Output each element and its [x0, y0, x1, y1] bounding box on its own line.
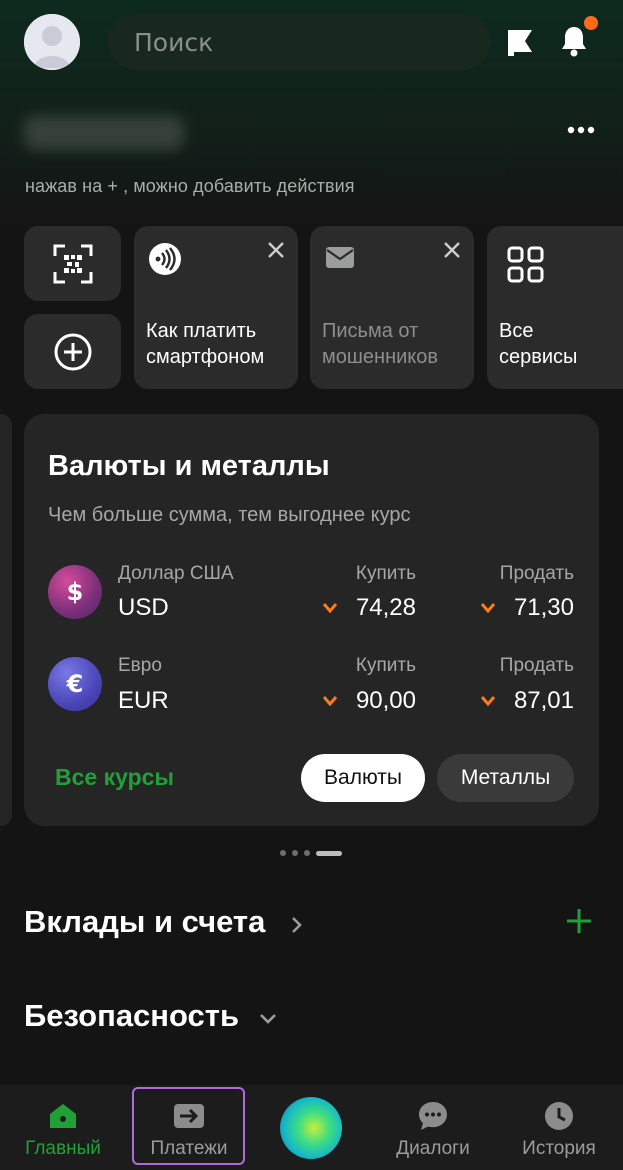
grid-icon — [507, 246, 544, 283]
home-icon — [50, 1104, 76, 1128]
pager-dot — [304, 850, 310, 856]
carousel-pager — [280, 850, 342, 856]
close-icon[interactable] — [442, 240, 462, 260]
add-deposit-icon[interactable] — [566, 908, 592, 934]
story-card-pay-smartphone[interactable]: Как платить смартфоном — [134, 226, 298, 389]
assistant-orb-icon[interactable] — [280, 1097, 342, 1159]
story-label: Все сервисы — [499, 320, 578, 368]
trend-down-icon — [480, 603, 496, 614]
dollar-coin-icon: $ — [48, 565, 102, 619]
tab-currencies[interactable]: Валюты — [301, 754, 425, 802]
flag-icon[interactable] — [504, 26, 536, 58]
add-action-button[interactable] — [24, 314, 121, 389]
search-placeholder: Поиск — [134, 27, 214, 57]
transfer-arrow-icon — [174, 1104, 204, 1128]
currency-name: Доллар США — [118, 563, 234, 584]
chat-bubble-icon — [419, 1102, 447, 1130]
nav-label: Диалоги — [396, 1138, 470, 1159]
trend-down-icon — [322, 603, 338, 614]
sell-label: Продать — [499, 563, 574, 584]
trend-down-icon — [322, 696, 338, 707]
pager-dot — [292, 850, 298, 856]
currency-code: EUR — [118, 687, 169, 714]
buy-rate: 74,28 — [355, 594, 416, 621]
tab-metals[interactable]: Металлы — [437, 754, 574, 802]
sell-rate: 71,30 — [513, 594, 574, 621]
currency-card-subtitle: Чем больше сумма, тем выгоднее курс — [48, 504, 411, 526]
buy-label: Купить — [355, 655, 416, 676]
story-card-fraud-letters[interactable]: Письма от мошенников — [310, 226, 474, 389]
search-input[interactable]: Поиск — [108, 14, 490, 70]
notification-dot — [584, 16, 598, 30]
user-icon — [24, 14, 80, 70]
hint-text: нажав на + , можно добавить действия — [25, 176, 355, 196]
nav-label: Платежи — [150, 1138, 228, 1159]
nav-home[interactable]: Главный — [8, 1085, 118, 1170]
sell-rate: 87,01 — [513, 687, 574, 714]
story-card-all-services[interactable]: Все сервисы — [487, 226, 623, 389]
avatar[interactable] — [24, 14, 80, 70]
euro-coin-icon: € — [48, 657, 102, 711]
pager-dot-active — [316, 850, 342, 856]
nav-payments[interactable]: Платежи — [134, 1085, 244, 1170]
currency-name: Евро — [118, 655, 162, 676]
currency-card-title: Валюты и металлы — [48, 450, 330, 482]
nav-label: Главный — [25, 1138, 101, 1159]
section-deposits-title[interactable]: Вклады и счета — [24, 904, 265, 940]
pager-dot — [280, 850, 286, 856]
nav-label: История — [522, 1138, 596, 1159]
chevron-down-icon[interactable] — [259, 1013, 277, 1025]
close-icon[interactable] — [266, 240, 286, 260]
buy-rate: 90,00 — [355, 687, 416, 714]
qr-scan-button[interactable] — [24, 226, 121, 301]
more-dots-icon[interactable] — [566, 125, 596, 135]
sell-label: Продать — [499, 655, 574, 676]
bell-icon[interactable] — [558, 24, 590, 58]
section-security-title[interactable]: Безопасность — [24, 998, 239, 1034]
nfc-pay-icon — [149, 243, 181, 275]
currency-code: USD — [118, 594, 169, 621]
plus-circle-icon — [54, 333, 91, 370]
trend-down-icon — [480, 696, 496, 707]
clock-icon — [545, 1102, 573, 1130]
user-name-blurred — [24, 116, 184, 150]
chevron-right-icon[interactable] — [290, 915, 304, 935]
story-label: Как платить смартфоном — [146, 320, 265, 368]
nav-history[interactable]: История — [503, 1085, 615, 1170]
previous-card-peek[interactable] — [0, 414, 12, 826]
qr-scan-icon — [53, 244, 92, 283]
mail-icon — [326, 247, 354, 268]
all-rates-link[interactable]: Все курсы — [55, 764, 174, 791]
nav-dialogs[interactable]: Диалоги — [378, 1085, 488, 1170]
buy-label: Купить — [355, 563, 416, 584]
story-label: Письма от мошенников — [322, 320, 439, 368]
